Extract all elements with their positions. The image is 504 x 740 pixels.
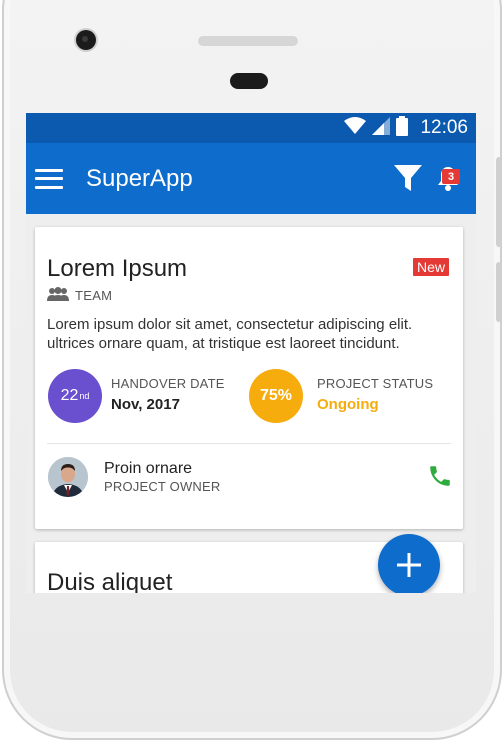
phone-screen: 12:06 SuperApp 3 Lorem Ipsum New TEAM Lo… xyxy=(26,113,476,593)
owner-name: Proin ornare xyxy=(104,460,193,477)
plus-icon xyxy=(397,553,421,577)
volume-button xyxy=(496,157,502,247)
handover-date-value: Nov, 2017 xyxy=(111,396,180,413)
project-title-2: Duis aliquet xyxy=(47,569,173,593)
owner-avatar[interactable] xyxy=(48,457,88,497)
handover-date-label: HANDOVER DATE xyxy=(111,376,225,391)
status-percent: 75% xyxy=(259,387,293,404)
status-percent-circle: 75% xyxy=(249,369,303,423)
project-description: Lorem ipsum dolor sit amet, consectetur … xyxy=(47,316,413,352)
new-badge: New xyxy=(413,258,450,276)
proximity-sensor xyxy=(230,73,268,89)
power-button xyxy=(496,262,502,322)
project-card[interactable]: Lorem Ipsum New TEAM Lorem ipsum dolor s… xyxy=(35,227,463,529)
team-icon xyxy=(47,287,69,304)
project-title: Lorem Ipsum xyxy=(47,255,188,282)
app-bar: SuperApp 3 xyxy=(26,143,476,214)
app-title: SuperApp xyxy=(86,164,193,192)
status-bar: 12:06 xyxy=(26,113,476,143)
battery-icon xyxy=(396,115,409,141)
front-camera xyxy=(76,30,96,50)
call-icon[interactable] xyxy=(427,463,453,494)
project-status-label: PROJECT STATUS xyxy=(317,376,434,391)
earpiece-speaker xyxy=(198,36,298,46)
project-status-value: Ongoing xyxy=(317,396,379,413)
hamburger-menu-icon[interactable] xyxy=(35,168,63,189)
team-row: TEAM xyxy=(47,287,112,304)
notification-badge: 3 xyxy=(442,169,460,184)
handover-date-circle: 22nd xyxy=(48,369,102,423)
add-button[interactable] xyxy=(378,534,440,593)
filter-icon[interactable] xyxy=(393,164,423,197)
divider xyxy=(47,443,451,444)
team-label: TEAM xyxy=(75,288,113,303)
owner-role: PROJECT OWNER xyxy=(104,479,221,494)
handover-day: 22 xyxy=(60,387,79,404)
wifi-icon xyxy=(344,116,367,140)
signal-icon xyxy=(372,116,391,140)
clock: 12:06 xyxy=(420,117,468,138)
handover-day-suffix: nd xyxy=(79,391,90,401)
